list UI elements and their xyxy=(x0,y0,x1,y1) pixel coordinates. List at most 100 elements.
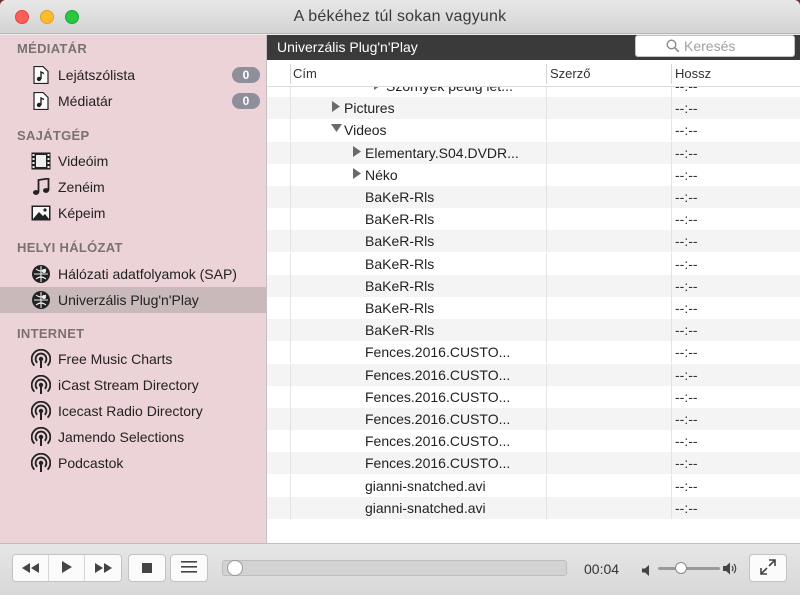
sidebar-item-médiatár[interactable]: Médiatár 0 xyxy=(0,88,266,114)
item-duration: --:-- xyxy=(675,255,698,272)
list-item[interactable]: Pictures --:-- xyxy=(267,97,800,120)
column-title[interactable]: Cím xyxy=(293,60,317,87)
list-item[interactable]: BaKeR-Rls --:-- xyxy=(267,319,800,342)
sidebar-item-label: Icecast Radio Directory xyxy=(58,403,203,419)
column-divider[interactable] xyxy=(671,64,672,84)
title-bar: A békéhez túl sokan vagyunk xyxy=(0,0,800,34)
item-duration: --:-- xyxy=(675,189,698,205)
item-duration: --:-- xyxy=(675,144,698,161)
sidebar-item-label: Free Music Charts xyxy=(58,351,173,367)
search-box[interactable] xyxy=(635,35,795,57)
list-item[interactable]: Fences.2016.CUSTO... --:-- xyxy=(267,363,800,386)
column-separator xyxy=(546,252,547,275)
item-title: BaKeR-Rls xyxy=(365,189,435,205)
column-separator xyxy=(671,319,672,342)
column-separator xyxy=(546,163,547,186)
fullscreen-icon xyxy=(760,558,776,578)
column-separator xyxy=(546,408,547,430)
column-separator xyxy=(546,87,547,97)
disclosure-triangle-closed-icon[interactable] xyxy=(373,87,385,93)
column-separator xyxy=(290,97,291,120)
item-title: Fences.2016.CUSTO... xyxy=(365,388,511,405)
volume-handle[interactable] xyxy=(675,562,687,574)
list-item[interactable]: Néko --:-- xyxy=(267,163,800,186)
app-window: A békéhez túl sokan vagyunk MÉDIATÁR Lejá… xyxy=(0,0,800,595)
panel-title: Univerzális Plug'n'Play xyxy=(277,39,418,55)
music-file-icon xyxy=(31,92,51,110)
sidebar-item-hálózati-adatfolyamok-sap[interactable]: Hálózati adatfolyamok (SAP) xyxy=(0,261,266,287)
sidebar-item-jamendo-selections[interactable]: Jamendo Selections xyxy=(0,424,266,450)
list-item[interactable]: BaKeR-Rls --:-- xyxy=(267,252,800,275)
stop-button[interactable] xyxy=(128,554,166,582)
playlist-toggle-button[interactable] xyxy=(170,554,208,582)
sidebar-item-univerzális-plug-n-play[interactable]: Univerzális Plug'n'Play xyxy=(0,287,266,313)
list-item[interactable]: Videos --:-- xyxy=(267,119,800,142)
column-separator xyxy=(290,452,291,475)
item-title: BaKeR-Rls xyxy=(365,255,435,272)
seek-handle[interactable] xyxy=(227,560,243,576)
rewind-button[interactable] xyxy=(13,555,49,581)
sidebar-item-videóim[interactable]: Videóim xyxy=(0,148,266,174)
list-item[interactable]: Fences.2016.CUSTO... --:-- xyxy=(267,408,800,430)
column-separator xyxy=(671,297,672,319)
column-separator xyxy=(546,385,547,408)
fullscreen-button[interactable] xyxy=(749,554,787,582)
item-title: Szörnyek pedig lét... xyxy=(386,87,513,94)
sidebar-section-header: INTERNET xyxy=(17,326,85,341)
column-separator xyxy=(671,363,672,386)
column-separator xyxy=(671,430,672,453)
list-item[interactable]: BaKeR-Rls --:-- xyxy=(267,208,800,231)
column-duration[interactable]: Hossz xyxy=(675,60,711,87)
item-duration: --:-- xyxy=(675,366,698,383)
item-duration: --:-- xyxy=(675,455,698,472)
column-separator xyxy=(290,385,291,408)
disclosure-triangle-closed-icon[interactable] xyxy=(352,145,364,160)
list-item[interactable]: gianni-snatched.avi --:-- xyxy=(267,496,800,519)
sidebar-item-label: Jamendo Selections xyxy=(58,429,185,445)
column-separator xyxy=(671,496,672,519)
column-separator xyxy=(671,274,672,297)
fast-forward-button[interactable] xyxy=(85,555,121,581)
item-duration: --:-- xyxy=(675,477,698,494)
column-separator xyxy=(290,341,291,364)
podcast-icon xyxy=(31,349,51,368)
sidebar-item-podcastok[interactable]: Podcastok xyxy=(0,450,266,476)
sidebar-item-free-music-charts[interactable]: Free Music Charts xyxy=(0,346,266,372)
column-separator xyxy=(290,474,291,497)
list-item[interactable]: Fences.2016.CUSTO... --:-- xyxy=(267,341,800,364)
sidebar-item-lejátszólista[interactable]: Lejátszólista 0 xyxy=(0,62,266,88)
search-input[interactable] xyxy=(684,38,792,54)
item-duration: --:-- xyxy=(675,388,698,405)
list-item[interactable]: Fences.2016.CUSTO... --:-- xyxy=(267,385,800,408)
play-button[interactable] xyxy=(49,555,85,581)
list-item[interactable]: Elementary.S04.DVDR... --:-- xyxy=(267,141,800,164)
volume-max-icon[interactable] xyxy=(723,562,739,578)
main-panel: Univerzális Plug'n'Play Cím Szerző Hossz… xyxy=(267,35,800,543)
column-separator xyxy=(290,363,291,386)
disclosure-triangle-open-icon[interactable] xyxy=(331,123,343,137)
column-separator xyxy=(671,208,672,231)
list-item[interactable]: BaKeR-Rls --:-- xyxy=(267,230,800,253)
sidebar-item-zenéim[interactable]: Zenéim xyxy=(0,174,266,200)
disclosure-triangle-closed-icon[interactable] xyxy=(352,167,364,182)
seek-bar[interactable] xyxy=(222,560,567,576)
sidebar-item-label: iCast Stream Directory xyxy=(58,377,199,393)
list-item[interactable]: Szörnyek pedig lét... --:-- xyxy=(267,87,800,97)
list-item[interactable]: Fences.2016.CUSTO... --:-- xyxy=(267,452,800,475)
sidebar: MÉDIATÁR Lejátszólista 0 Médiatár 0 SAJÁTGÉP V… xyxy=(0,35,267,543)
list-item[interactable]: Fences.2016.CUSTO... --:-- xyxy=(267,430,800,453)
volume-mute-icon[interactable] xyxy=(642,563,652,579)
item-title: Fences.2016.CUSTO... xyxy=(365,433,511,450)
column-divider[interactable] xyxy=(546,64,547,84)
list-item[interactable]: gianni-snatched.avi --:-- xyxy=(267,474,800,497)
sidebar-item-icecast-radio-directory[interactable]: Icecast Radio Directory xyxy=(0,398,266,424)
list-item[interactable]: BaKeR-Rls --:-- xyxy=(267,186,800,208)
volume-slider[interactable] xyxy=(658,567,720,570)
item-title: Fences.2016.CUSTO... xyxy=(365,344,511,361)
disclosure-triangle-closed-icon[interactable] xyxy=(331,101,343,115)
list-item[interactable]: BaKeR-Rls --:-- xyxy=(267,297,800,319)
sidebar-item-képeim[interactable]: Képeim xyxy=(0,200,266,226)
list-item[interactable]: BaKeR-Rls --:-- xyxy=(267,274,800,297)
column-author[interactable]: Szerző xyxy=(550,60,590,87)
sidebar-item-icast-stream-directory[interactable]: iCast Stream Directory xyxy=(0,372,266,398)
